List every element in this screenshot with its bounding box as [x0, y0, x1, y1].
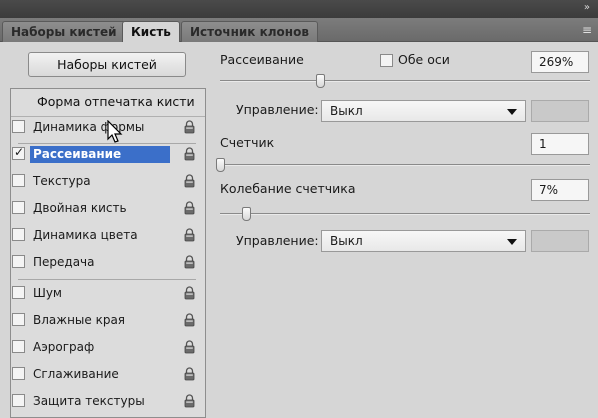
scatter-control-select[interactable]: Выкл — [321, 100, 526, 122]
list-item-label[interactable]: Динамика цвета — [30, 227, 141, 244]
list-item-label[interactable]: Двойная кисть — [30, 200, 130, 217]
list-item-checkbox[interactable] — [12, 340, 25, 353]
tab-bar: Наборы кистей Кисть Источник клонов ≡ — [0, 18, 598, 43]
lock-icon[interactable] — [184, 394, 195, 408]
list-item-checkbox[interactable] — [12, 367, 25, 380]
chevron-down-icon — [507, 239, 517, 245]
lock-icon[interactable] — [184, 228, 195, 242]
lock-icon[interactable] — [184, 201, 195, 215]
list-item-label[interactable]: Шум — [30, 285, 65, 302]
list-item-label[interactable]: Текстура — [30, 173, 94, 190]
brush-panel: Наборы кистей Форма отпечатка кисти Дина… — [0, 42, 598, 418]
scatter-slider-track[interactable] — [220, 80, 590, 82]
scatter-control-extra-field — [531, 100, 589, 122]
tab-brush-presets[interactable]: Наборы кистей — [2, 21, 126, 42]
list-item-label[interactable]: Передача — [30, 254, 98, 271]
scatter-control-label: Управление: — [236, 102, 319, 117]
both-axes-label: Обе оси — [398, 52, 450, 67]
scatter-label: Рассеивание — [220, 52, 304, 67]
tab-brush[interactable]: Кисть — [122, 21, 180, 43]
list-item[interactable]: Динамика цвета — [8, 225, 195, 245]
lock-icon[interactable] — [184, 313, 195, 327]
list-item[interactable]: Текстура — [8, 171, 195, 191]
lock-icon[interactable] — [184, 367, 195, 381]
count-jitter-control-extra-field — [531, 230, 589, 252]
list-item[interactable]: Двойная кисть — [8, 198, 195, 218]
lock-icon[interactable] — [184, 286, 195, 300]
list-item[interactable]: Влажные края — [8, 310, 195, 330]
lock-icon[interactable] — [184, 120, 195, 134]
scatter-control-value: Выкл — [330, 104, 363, 118]
lock-icon[interactable] — [184, 340, 195, 354]
list-item-checkbox[interactable] — [12, 313, 25, 326]
list-item-label[interactable]: Рассеивание — [30, 146, 170, 163]
count-jitter-slider-track[interactable] — [220, 213, 590, 215]
collapse-panel-icon[interactable]: » — [584, 2, 590, 13]
count-jitter-value-field[interactable]: 7% — [531, 179, 589, 201]
list-item-checkbox[interactable] — [12, 286, 25, 299]
brush-tip-shape-item[interactable]: Форма отпечатка кисти — [11, 89, 205, 117]
list-item-label[interactable]: Сглаживание — [30, 366, 122, 383]
list-item[interactable]: Сглаживание — [8, 364, 195, 384]
count-label: Счетчик — [220, 135, 275, 150]
chevron-down-icon — [507, 109, 517, 115]
list-item[interactable]: Передача — [8, 252, 195, 272]
panel-menu-icon[interactable]: ≡ — [582, 23, 592, 37]
brush-presets-button[interactable]: Наборы кистей — [28, 52, 186, 77]
list-item[interactable]: Аэрограф — [8, 337, 195, 357]
list-item[interactable]: Рассеивание — [8, 144, 195, 164]
list-item-label[interactable]: Защита текстуры — [30, 393, 148, 410]
panel-titlebar: » — [0, 0, 598, 18]
list-item-checkbox[interactable] — [12, 394, 25, 407]
count-jitter-control-label: Управление: — [236, 233, 319, 248]
count-slider-track[interactable] — [220, 164, 590, 166]
tab-clone-source[interactable]: Источник клонов — [181, 21, 318, 42]
list-item-checkbox[interactable] — [12, 120, 25, 133]
list-item[interactable]: Динамика формы — [8, 117, 195, 137]
list-item-label[interactable]: Аэрограф — [30, 339, 97, 356]
lock-icon[interactable] — [184, 147, 195, 161]
list-item-checkbox[interactable] — [12, 201, 25, 214]
list-item-checkbox[interactable] — [12, 174, 25, 187]
count-slider-thumb[interactable] — [216, 158, 225, 172]
count-value-field[interactable]: 1 — [531, 133, 589, 155]
list-divider — [18, 279, 196, 280]
both-axes-checkbox[interactable] — [380, 54, 393, 67]
count-jitter-control-value: Выкл — [330, 234, 363, 248]
count-jitter-label: Колебание счетчика — [220, 181, 356, 196]
list-item-checkbox[interactable] — [12, 228, 25, 241]
lock-icon[interactable] — [184, 255, 195, 269]
count-jitter-slider-thumb[interactable] — [241, 207, 251, 221]
mouse-cursor-icon — [107, 120, 123, 143]
lock-icon[interactable] — [184, 174, 195, 188]
scatter-value-field[interactable]: 269% — [531, 51, 589, 73]
list-item-checkbox[interactable] — [12, 255, 25, 268]
list-item-label[interactable]: Динамика формы — [30, 119, 147, 136]
list-item[interactable]: Защита текстуры — [8, 391, 195, 411]
count-jitter-control-select[interactable]: Выкл — [321, 230, 526, 252]
list-item[interactable]: Шум — [8, 283, 195, 303]
scatter-slider-thumb[interactable] — [315, 74, 325, 88]
list-item-label[interactable]: Влажные края — [30, 312, 128, 329]
list-item-checkbox[interactable] — [12, 145, 25, 160]
